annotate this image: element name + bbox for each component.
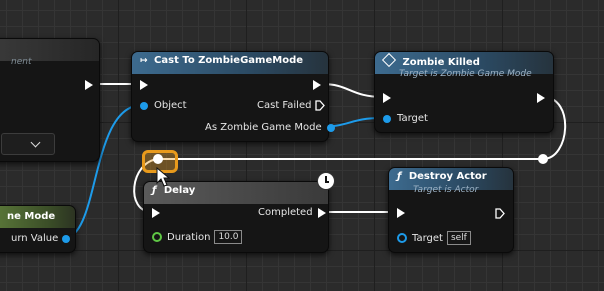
completed-pin-row[interactable]: Completed	[258, 207, 326, 218]
reroute-knot-left[interactable]	[153, 154, 163, 164]
zombie-killed-title: Zombie Killed	[402, 57, 480, 68]
function-icon: ƒ	[397, 171, 402, 182]
partial-node-subtitle: nent	[11, 57, 32, 67]
duration-label: Duration	[167, 231, 211, 243]
latent-clock-icon	[317, 172, 335, 190]
destroy-exec-in[interactable]	[397, 208, 405, 218]
cast-node-title: Cast To ZombieGameMode	[154, 55, 304, 66]
duration-pin-row[interactable]: Duration 10.0	[152, 230, 243, 244]
cast-failed-label: Cast Failed	[257, 100, 312, 111]
reroute-knot-right[interactable]	[538, 154, 548, 164]
object-label: Object	[154, 100, 187, 111]
cast-failed-exec-pin[interactable]	[315, 100, 326, 111]
partial-node-bottom-title: ne Mode	[7, 211, 56, 222]
zombie-killed-header: Zombie Killed Target is Zombie Game Mode	[375, 52, 553, 79]
delay-header: ƒ Delay	[144, 182, 328, 204]
destroy-actor-header: ƒ Destroy Actor Target is Actor	[389, 168, 513, 195]
zombie-killed-exec-out[interactable]	[537, 93, 545, 103]
exec-in-pin[interactable]	[383, 93, 391, 103]
target-pin[interactable]	[397, 233, 407, 243]
exec-out-pin[interactable]	[537, 93, 545, 103]
as-zombie-game-mode-pin-row[interactable]: As Zombie Game Mode	[205, 122, 335, 133]
event-diamond-icon	[381, 52, 397, 68]
destroy-exec-out[interactable]	[495, 208, 505, 219]
return-value-label: urn Value	[11, 233, 59, 244]
exec-in-pin[interactable]	[140, 80, 148, 90]
partial-node-bottom-left[interactable]: ne Mode urn Value	[0, 205, 76, 253]
as-zombie-game-mode-pin[interactable]	[326, 123, 335, 132]
as-zombie-game-mode-label: As Zombie Game Mode	[205, 122, 322, 133]
duration-pin[interactable]	[152, 232, 162, 242]
delay-node[interactable]: ƒ Delay Completed Duration 10.0	[143, 181, 329, 253]
cast-icon: ↦	[140, 56, 148, 66]
exec-out-pin[interactable]	[85, 80, 93, 90]
partial-node-exec-out[interactable]	[85, 80, 93, 90]
completed-exec-pin[interactable]	[317, 207, 326, 218]
cast-to-zombiegamemode-node[interactable]: ↦ Cast To ZombieGameMode Object Cast Fai…	[131, 51, 335, 142]
return-value-pin-row[interactable]: urn Value	[11, 233, 71, 244]
return-value-pin[interactable]	[62, 234, 71, 243]
partial-node-header: nent	[0, 39, 99, 67]
cast-exec-in[interactable]	[140, 80, 148, 90]
partial-node-bottom-header: ne Mode	[0, 206, 75, 228]
destroy-actor-node[interactable]: ƒ Destroy Actor Target is Actor Target s…	[388, 167, 514, 253]
cast-exec-out[interactable]	[313, 80, 321, 90]
destroy-target-pin-row[interactable]: Target self	[397, 231, 471, 245]
target-pin[interactable]	[383, 114, 391, 123]
cast-node-header: ↦ Cast To ZombieGameMode	[132, 52, 328, 74]
object-pin[interactable]	[140, 101, 148, 110]
chevron-down-icon	[30, 137, 41, 148]
duration-input[interactable]: 10.0	[214, 230, 243, 244]
delay-exec-in[interactable]	[152, 208, 160, 218]
destroy-target-label: Target	[412, 232, 443, 244]
destroy-actor-title: Destroy Actor	[408, 171, 487, 182]
completed-label: Completed	[258, 207, 313, 218]
partial-node-top-left[interactable]: nent	[0, 38, 100, 162]
partial-node-dropdown[interactable]	[1, 133, 55, 155]
cast-object-pin-row[interactable]: Object	[140, 100, 187, 111]
mouse-cursor-icon	[156, 167, 170, 187]
exec-in-pin[interactable]	[397, 208, 405, 218]
destroy-exec-out-pin[interactable]	[495, 208, 505, 219]
zombie-killed-target-pin-row[interactable]: Target	[383, 113, 428, 124]
exec-in-pin[interactable]	[152, 208, 160, 218]
zombie-killed-node[interactable]: Zombie Killed Target is Zombie Game Mode…	[374, 51, 554, 133]
exec-out-pin[interactable]	[313, 80, 321, 90]
destroy-actor-subtitle: Target is Actor	[413, 185, 479, 195]
cast-failed-pin-row[interactable]: Cast Failed	[257, 100, 326, 111]
target-label: Target	[397, 113, 428, 124]
zombie-killed-exec-in[interactable]	[383, 93, 391, 103]
zombie-killed-subtitle: Target is Zombie Game Mode	[399, 69, 532, 79]
target-self-input[interactable]: self	[446, 231, 471, 245]
